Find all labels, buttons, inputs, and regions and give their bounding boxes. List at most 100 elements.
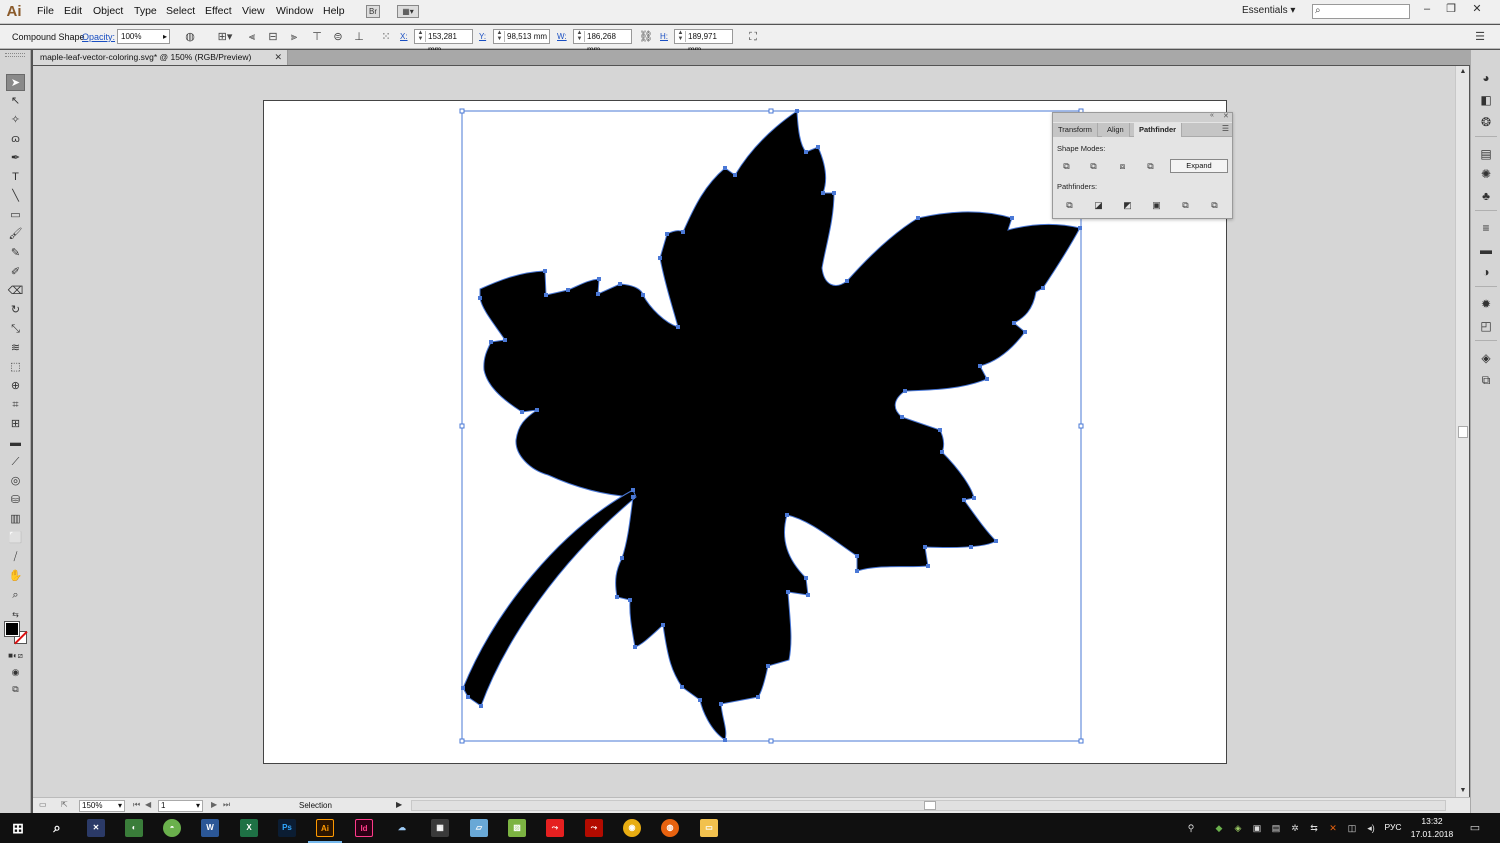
taskbar-app-green[interactable]: ◓ [163, 819, 181, 837]
status-menu-icon[interactable]: ▶ [396, 800, 402, 809]
search-input[interactable] [1327, 5, 1407, 18]
taskbar-acrobat-dc-icon[interactable]: ⤳ [546, 819, 564, 837]
restore-icon[interactable]: ❐ [1440, 1, 1462, 17]
free-transform-tool-icon[interactable]: ⬚ [6, 359, 25, 376]
align-top-icon[interactable]: ⊤ [311, 31, 323, 43]
gradient-tool-icon[interactable]: ▬ [6, 435, 25, 452]
taskbar-chrome-icon[interactable]: ◉ [623, 819, 641, 837]
tab-align[interactable]: Align [1102, 123, 1130, 137]
panel-menu-icon[interactable]: ☰ [1222, 124, 1229, 133]
windows-start-icon[interactable]: ⊞ [9, 819, 27, 837]
isolate-group-icon[interactable]: ⛶ [747, 31, 759, 43]
close-panel-icon[interactable]: ✕ [1223, 112, 1229, 120]
taskbar-excel[interactable]: X [240, 819, 258, 837]
minus-back-icon[interactable]: ⧉ [1207, 199, 1222, 212]
type-tool-icon[interactable]: T [6, 169, 25, 186]
height-field[interactable]: ▲▼189,971 mm [674, 29, 733, 54]
pencil-tool-icon[interactable]: ✎ [6, 245, 25, 262]
minus-front-icon[interactable]: ⧉ [1086, 160, 1101, 173]
align-right-icon[interactable]: ⫸ [288, 31, 300, 43]
zoom-tool-icon[interactable]: ⌕ [6, 587, 25, 604]
height-spinner[interactable]: ▲ ▼ [676, 30, 686, 42]
taskbar-explorer-icon[interactable]: ▭ [700, 819, 718, 837]
libraries-icon[interactable]: ❂ [1478, 114, 1494, 130]
fill-stroke-swatches[interactable] [4, 621, 29, 646]
close-tab-icon[interactable]: ✕ [274, 50, 282, 65]
zoom-field[interactable]: 150% ▾ [79, 800, 125, 812]
opacity-field[interactable]: 100% ▸ [117, 29, 170, 44]
taskbar-cloud-icon[interactable]: ☁ [393, 819, 411, 837]
taskbar-illustrator[interactable]: Ai [316, 819, 334, 837]
workspace-switcher[interactable]: Essentials ▾ [1242, 5, 1295, 16]
tray-app-icon-7[interactable]: ✕ [1327, 822, 1339, 834]
unite-icon[interactable]: ⧉ [1059, 160, 1074, 173]
symbol-sprayer-tool-icon[interactable]: ⛁ [6, 492, 25, 509]
taskbar-acrobat-icon[interactable]: ⤳ [585, 819, 603, 837]
blob-brush-tool-icon[interactable]: ✐ [6, 264, 25, 281]
blend-tool-icon[interactable]: ◎ [6, 473, 25, 490]
magic-wand-tool-icon[interactable]: ✧ [6, 112, 25, 129]
taskbar-firefox-icon[interactable]: ◍ [661, 819, 679, 837]
artboard-tool-icon[interactable]: ⬜ [6, 530, 25, 547]
y-field[interactable]: ▲ ▼ 98,513 mm [493, 29, 550, 44]
notifications-icon[interactable]: ▭ [1469, 822, 1481, 834]
scale-tool-icon[interactable]: ⤡ [6, 321, 25, 338]
selection-tool-icon[interactable]: ➤ [6, 74, 25, 91]
divide-icon[interactable]: ⧉ [1062, 199, 1077, 212]
lasso-tool-icon[interactable]: ɷ [6, 131, 25, 148]
eraser-tool-icon[interactable]: ⌫ [6, 283, 25, 300]
help-search[interactable]: ⌕ [1312, 4, 1410, 19]
opacity-link[interactable]: Opacity: [82, 32, 115, 42]
taskbar-app-paint[interactable]: ◐ [125, 819, 143, 837]
x-label[interactable]: X: [400, 32, 408, 41]
h-label[interactable]: H: [660, 32, 668, 41]
opacity-arrow-icon[interactable]: ▸ [163, 30, 167, 43]
tab-transform[interactable]: Transform [1053, 123, 1098, 137]
brushes-icon[interactable]: ✺ [1478, 166, 1494, 182]
color-guide-icon[interactable]: ◧ [1478, 92, 1494, 108]
horizontal-scrollbar[interactable] [411, 800, 1446, 811]
tray-app-icon-2[interactable]: ◈ [1232, 822, 1244, 834]
align-middle-icon[interactable]: ⊜ [332, 31, 344, 43]
x-spinner[interactable]: ▲ ▼ [416, 30, 426, 42]
swatches-icon[interactable]: ▤ [1478, 146, 1494, 162]
tray-person-icon[interactable]: ⚲ [1185, 822, 1197, 834]
intersect-icon[interactable]: ⧈ [1115, 160, 1130, 173]
menu-view[interactable]: View [242, 5, 265, 17]
taskbar-photoshop[interactable]: Ps [278, 819, 296, 837]
zoom-dropdown-icon[interactable]: ▾ [118, 801, 122, 811]
outline-icon[interactable]: ⧉ [1178, 199, 1193, 212]
tray-app-icon-3[interactable]: ▣ [1251, 822, 1263, 834]
menu-object[interactable]: Object [93, 5, 123, 17]
first-artboard-icon[interactable]: ⏮ [133, 800, 140, 810]
merge-icon[interactable]: ◩ [1120, 199, 1135, 212]
rotate-tool-icon[interactable]: ↻ [6, 302, 25, 319]
artwork-layer[interactable] [33, 66, 1455, 797]
width-field[interactable]: ▲▼186,268 mm [573, 29, 632, 54]
prev-artboard-icon[interactable]: ◀ [145, 800, 151, 809]
rectangle-tool-icon[interactable]: ▭ [6, 207, 25, 224]
color-mode-icon[interactable]: ■◐⧄ [6, 647, 25, 664]
scroll-down-icon[interactable]: ▼ [1458, 786, 1468, 796]
exclude-icon[interactable]: ⧉ [1143, 160, 1158, 173]
menu-type[interactable]: Type [134, 5, 157, 17]
slice-tool-icon[interactable]: ⧸ [6, 549, 25, 566]
artboard-number-field[interactable]: 1 ▾ [158, 800, 203, 812]
graphic-styles-icon[interactable]: ◰ [1478, 318, 1494, 334]
hand-tool-icon[interactable]: ✋ [6, 568, 25, 585]
transform-reference-icon[interactable]: ⊞▾ [216, 31, 234, 43]
tab-pathfinder[interactable]: Pathfinder [1134, 123, 1183, 137]
fill-swatch[interactable] [4, 621, 20, 637]
recolor-icon[interactable]: ◍ [184, 31, 196, 43]
y-spinner[interactable]: ▲ ▼ [495, 30, 505, 42]
document-tab[interactable]: maple-leaf-vector-coloring.svg* @ 150% (… [33, 50, 288, 65]
tray-app-icon-6[interactable]: ⇆ [1308, 822, 1320, 834]
taskbar-indesign[interactable]: Id [355, 819, 373, 837]
align-bottom-icon[interactable]: ⊥ [353, 31, 365, 43]
next-artboard-icon[interactable]: ▶ [211, 800, 217, 809]
tray-app-icon-5[interactable]: ✲ [1289, 822, 1301, 834]
mesh-tool-icon[interactable]: ⊞ [6, 416, 25, 433]
x-field[interactable]: ▲▼153,281 mm [414, 29, 473, 54]
align-left-icon[interactable]: ⫷ [246, 31, 258, 43]
direct-selection-tool-icon[interactable]: ↖ [6, 93, 25, 110]
